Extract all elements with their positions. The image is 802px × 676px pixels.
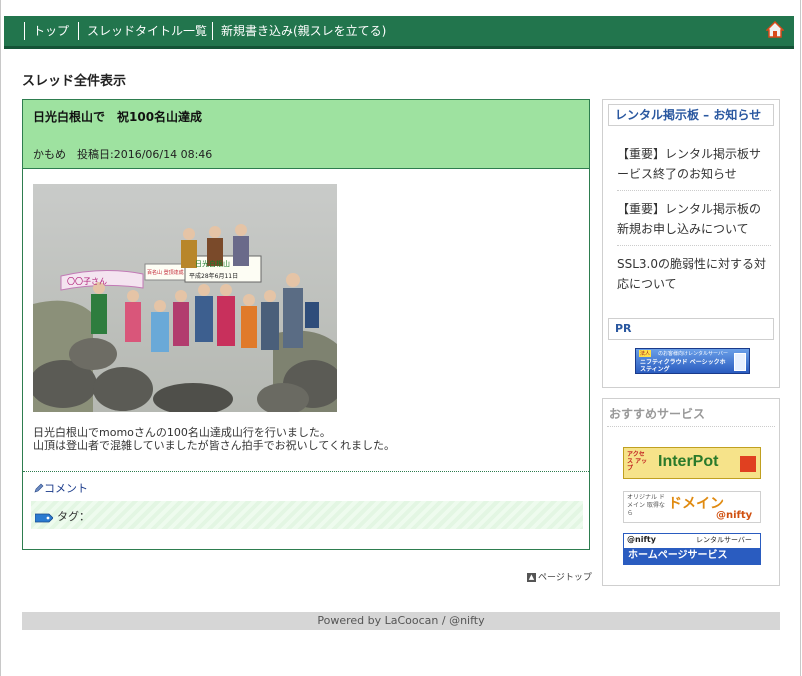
nav-thread-list-link[interactable]: スレッドタイトル一覧 — [78, 22, 207, 40]
tag-row: タグ： — [31, 501, 583, 529]
recommend-divider — [607, 426, 775, 427]
home-icon[interactable] — [766, 21, 784, 39]
comment-label: コメント — [44, 482, 88, 495]
banner-sub: のお客様向けレンタルサーバー — [658, 351, 728, 357]
thread-post: 日光白根山で 祝100名山達成 かもめ 投稿日:2016/06/14 08:46 — [22, 99, 590, 550]
nav-new-post-link[interactable]: 新規書き込み(親スレを立てる) — [212, 22, 386, 40]
house-icon — [740, 456, 756, 472]
hp-main: ホームページサービス — [624, 548, 760, 564]
page-top-label: ページトップ — [538, 573, 592, 583]
post-header: 日光白根山で 祝100名山達成 かもめ 投稿日:2016/06/14 08:46 — [23, 100, 589, 169]
photo-sign-date: 平成28年6月11日 — [189, 272, 238, 280]
photo-sign-name: 日光白根山 — [195, 259, 230, 268]
page-top-link[interactable]: ▲ ページトップ — [527, 570, 592, 583]
document-icon — [734, 353, 746, 371]
notice-item[interactable]: SSL3.0の脆弱性に対する対応について — [617, 254, 771, 300]
banner-tag: 法人 — [639, 350, 652, 357]
nifty-domain-banner[interactable]: オリジナル ドメイン 取得なら ドメイン @nifty — [623, 491, 761, 523]
pencil-icon — [34, 483, 44, 493]
post-body-line: 山頂は登山者で混雑していましたが皆さん拍手でお祝いしてくれました。 — [33, 439, 396, 452]
recommend-panel-title: おすすめサービス — [609, 407, 706, 421]
arrow-up-icon: ▲ — [527, 573, 536, 582]
domain-sub: @nifty — [716, 510, 753, 521]
interpot-main: InterPot — [658, 453, 719, 470]
footer-credit: Powered by LaCoocan / @nifty — [22, 612, 780, 630]
nav-top-link[interactable]: トップ — [24, 22, 69, 40]
post-title: 日光白根山で 祝100名山達成 — [33, 110, 203, 124]
interpot-small: アクセス アップ — [627, 451, 648, 472]
summit-group-photo: 〇〇子さん 百名山 登頂達成 日光白根山 平成28年6月11日 — [33, 184, 337, 412]
photo-banner-left: 〇〇子さん — [67, 277, 107, 286]
hp-top-left: @nifty — [627, 535, 656, 544]
post-body: 日光白根山でmomoさんの100名山達成山行を行いました。 山頂は登山者で混雑し… — [33, 426, 573, 452]
post-divider — [23, 471, 589, 472]
nifty-cloud-hosting-banner[interactable]: 法人 のお客様向けレンタルサーバー ニフティクラウド ベーシックホスティング — [635, 348, 750, 374]
post-meta: かもめ 投稿日:2016/06/14 08:46 — [33, 148, 213, 161]
post-body-line: 日光白根山でmomoさんの100名山達成山行を行いました。 — [33, 426, 331, 439]
banner-main: ニフティクラウド ベーシックホスティング — [640, 359, 726, 373]
interpot-banner[interactable]: アクセス アップ InterPot — [623, 447, 761, 479]
tag-icon — [35, 513, 53, 523]
recommend-panel: おすすめサービス アクセス アップ InterPot オリジナル ドメイン 取得… — [602, 398, 780, 586]
domain-left: オリジナル ドメイン 取得なら — [627, 494, 665, 517]
notice-item[interactable]: 【重要】レンタル掲示板サービス終了のお知らせ — [617, 144, 771, 191]
comment-link[interactable]: コメント — [34, 480, 88, 496]
pr-label: PR — [608, 318, 774, 340]
notice-panel-title: レンタル掲示板 – お知らせ — [608, 104, 774, 126]
tag-label: タグ： — [57, 510, 90, 523]
homepage-service-banner[interactable]: @nifty レンタルサーバー ホームページサービス — [623, 533, 761, 565]
notice-panel: レンタル掲示板 – お知らせ 【重要】レンタル掲示板サービス終了のお知らせ 【重… — [602, 99, 780, 388]
hp-top-right: レンタルサーバー — [696, 536, 752, 544]
top-navigation: トップ スレッドタイトル一覧 新規書き込み(親スレを立てる) — [4, 16, 794, 49]
notice-item[interactable]: 【重要】レンタル掲示板の新規お申し込みについて — [617, 199, 771, 246]
photo-banner-mid: 百名山 登頂達成 — [147, 269, 184, 276]
page-title: スレッド全件表示 — [22, 74, 127, 89]
